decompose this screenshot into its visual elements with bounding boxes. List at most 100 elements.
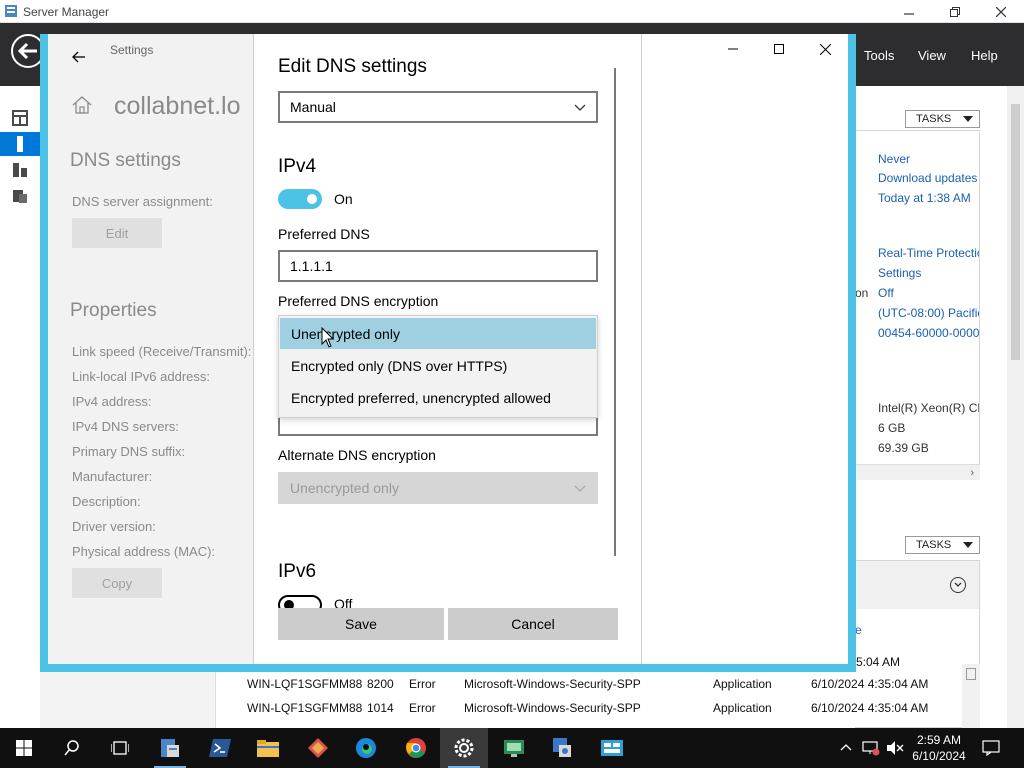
event-id: 8200 — [367, 677, 394, 691]
table-row[interactable]: WIN-LQF1SGFMM88 1014 Error Microsoft-Win… — [236, 696, 966, 720]
alternate-encryption-select[interactable]: Unencrypted only — [278, 472, 598, 504]
event-source: Microsoft-Windows-Security-SPP — [464, 701, 641, 715]
copy-button[interactable]: Copy — [72, 568, 162, 598]
events-label-fragment: e — [855, 623, 862, 637]
preferred-dns-value: 1.1.1.1 — [290, 258, 333, 274]
sidebar-item-dashboard[interactable] — [0, 106, 40, 130]
restore-button[interactable] — [932, 0, 978, 23]
scrollbar-thumb[interactable] — [1011, 104, 1020, 360]
menu-help[interactable]: Help — [971, 48, 998, 63]
tasks-button-events[interactable]: TASKS — [905, 536, 980, 554]
table-row[interactable]: WIN-LQF1SGFMM88 8200 Error Microsoft-Win… — [236, 672, 966, 696]
close-icon — [819, 43, 831, 55]
encryption-option-encrypted-preferred[interactable]: Encrypted preferred, unencrypted allowed — [280, 382, 596, 413]
dialog-scrollbar[interactable] — [614, 68, 616, 556]
property-description: Description: — [72, 494, 141, 509]
menu-tools[interactable]: Tools — [864, 48, 894, 63]
task-view-button[interactable] — [96, 728, 144, 768]
dns-mode-value: Manual — [290, 99, 336, 115]
minimize-button[interactable] — [886, 0, 932, 23]
event-date: 5:04 AM — [856, 655, 901, 669]
server-manager-sidebar — [0, 86, 40, 728]
maximize-icon — [774, 44, 784, 54]
server-manager-icon — [161, 739, 179, 757]
last-update-link[interactable]: Today at 1:38 AM — [878, 191, 971, 205]
arrow-left-icon — [18, 42, 37, 60]
encryption-option-encrypted-only[interactable]: Encrypted only (DNS over HTTPS) — [280, 350, 596, 381]
tools-app-icon — [308, 738, 328, 758]
dns-settings-heading: DNS settings — [70, 150, 181, 171]
feedback-link[interactable]: Settings — [878, 266, 921, 280]
taskbar-clock[interactable]: 2:59 AM 6/10/2024 — [908, 732, 970, 764]
settings-maximize-button[interactable] — [756, 34, 802, 64]
ipv6-heading: IPv6 — [278, 561, 317, 582]
taskbar-network-app[interactable] — [538, 728, 586, 768]
event-server: WIN-LQF1SGFMM88 — [247, 677, 363, 691]
windows-update-link[interactable]: Download updates — [878, 171, 977, 185]
dns-edit-button[interactable]: Edit — [72, 218, 162, 248]
home-icon[interactable] — [72, 96, 92, 114]
sidebar-item-all-servers[interactable] — [0, 158, 40, 182]
tasks-button-properties[interactable]: TASKS — [905, 110, 980, 128]
close-button[interactable] — [978, 0, 1024, 23]
restore-icon — [950, 6, 960, 17]
search-button[interactable] — [48, 728, 96, 768]
property-dns-suffix: Primary DNS suffix: — [72, 444, 186, 459]
taskbar-file-explorer[interactable] — [244, 728, 292, 768]
edge-browser-icon — [356, 738, 376, 758]
ipv4-heading: IPv4 — [278, 156, 317, 177]
last-checked-link[interactable]: Never — [878, 152, 910, 166]
preferred-dns-input[interactable]: 1.1.1.1 — [278, 250, 598, 282]
clock-date: 6/10/2024 — [912, 749, 966, 763]
main-vertical-scrollbar[interactable] — [1007, 86, 1024, 728]
adapter-name-heading: collabnet.lo — [114, 92, 241, 120]
chevron-down-circle-icon[interactable] — [950, 577, 966, 593]
events-vertical-scrollbar[interactable] — [962, 664, 980, 728]
mouse-cursor-icon — [321, 327, 335, 348]
properties-horizontal-scrollbar[interactable]: › — [855, 464, 980, 480]
windows-logo-icon — [16, 740, 32, 756]
ie-esc-link[interactable]: Off — [878, 286, 894, 300]
taskbar-app-tools[interactable] — [294, 728, 342, 768]
sidebar-item-local-server[interactable] — [0, 132, 40, 156]
timezone-link[interactable]: (UTC-08:00) Pacific — [878, 306, 979, 320]
notifications-button[interactable] — [968, 728, 1014, 768]
taskbar-powershell[interactable] — [196, 728, 244, 768]
taskbar-remote-app[interactable] — [490, 728, 538, 768]
window-title: Server Manager — [23, 5, 110, 19]
start-button[interactable] — [0, 728, 48, 768]
clock-time: 2:59 AM — [916, 733, 962, 747]
preferred-encryption-label: Preferred DNS encryption — [278, 293, 439, 309]
all-servers-icon — [13, 163, 27, 177]
product-id-link[interactable]: 00454-60000-0000 — [878, 326, 979, 340]
settings-close-button[interactable] — [802, 34, 848, 64]
property-link-local-ipv6: Link-local IPv6 address: — [72, 369, 211, 384]
volume-muted-icon[interactable] — [886, 740, 904, 756]
minimize-icon — [904, 12, 914, 15]
taskbar-server-manager[interactable] — [146, 728, 194, 768]
defender-link[interactable]: Real-Time Protectio — [878, 246, 979, 260]
taskbar-chrome[interactable] — [392, 728, 440, 768]
menu-view[interactable]: View — [918, 48, 946, 63]
event-log: Application — [713, 701, 772, 715]
dns-mode-select[interactable]: Manual — [278, 91, 598, 123]
sidebar-item-file-storage[interactable] — [0, 184, 40, 208]
toggle-knob — [307, 194, 317, 204]
network-status-icon[interactable] — [862, 740, 880, 756]
taskbar-settings[interactable] — [440, 728, 488, 768]
cancel-button[interactable]: Cancel — [448, 608, 618, 640]
taskbar-control-panel[interactable] — [588, 728, 636, 768]
settings-back-button[interactable] — [64, 42, 94, 72]
server-manager-titlebar: Server Manager — [0, 0, 1024, 23]
scrollbar-thumb[interactable] — [966, 668, 976, 680]
taskbar-edge[interactable] — [342, 728, 390, 768]
settings-app-title: Settings — [110, 43, 154, 57]
chevron-up-icon[interactable] — [840, 743, 852, 751]
alternate-encryption-value: Unencrypted only — [290, 480, 399, 496]
powershell-icon — [209, 739, 231, 757]
event-server: WIN-LQF1SGFMM88 — [247, 701, 363, 715]
chevron-right-icon[interactable]: › — [970, 467, 974, 479]
settings-minimize-button[interactable] — [710, 34, 756, 64]
ipv4-toggle[interactable] — [278, 189, 322, 209]
save-button[interactable]: Save — [278, 608, 444, 640]
